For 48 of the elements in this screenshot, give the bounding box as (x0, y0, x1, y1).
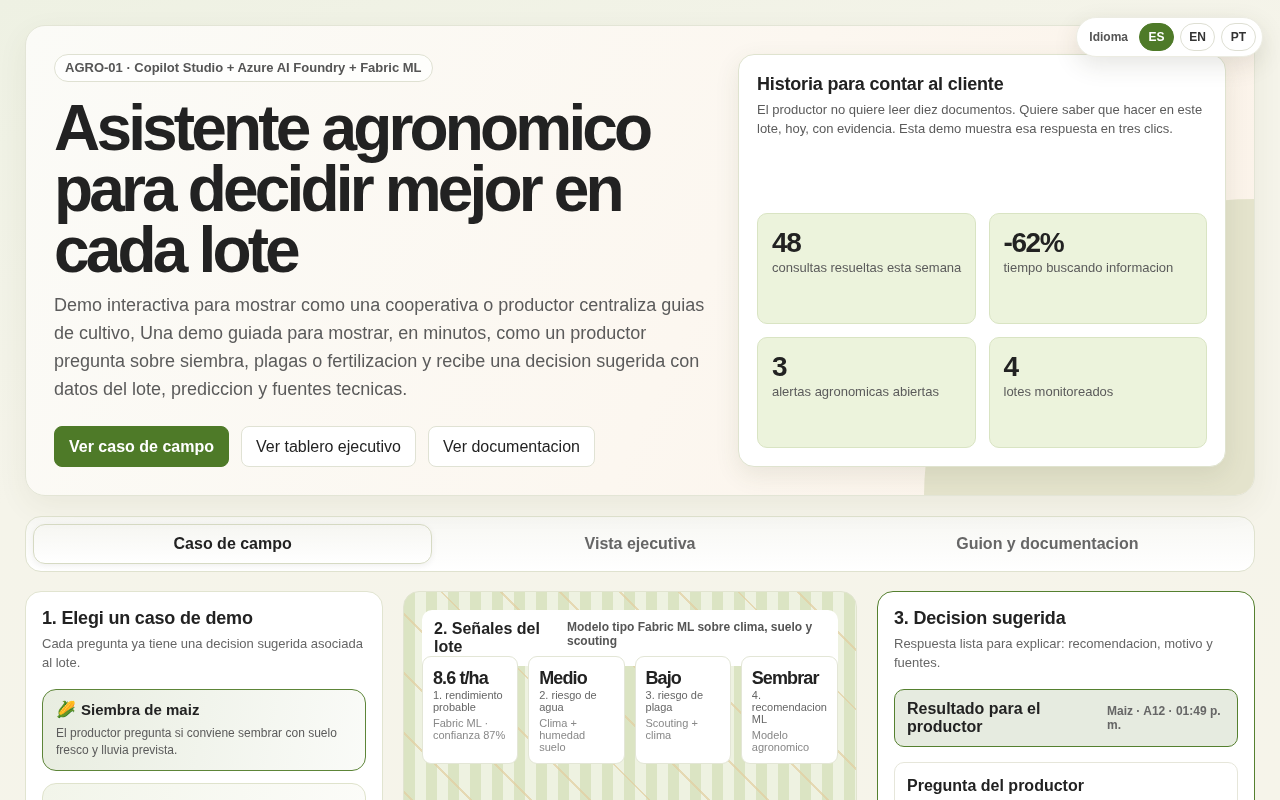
action-button[interactable]: Ver documentacion (427, 426, 595, 468)
result-title: Resultado para el productor (907, 700, 1042, 737)
case-title: Siembra de maiz (81, 700, 200, 721)
hero-title: Asistente agronomico para decidir mejor en cada lote (54, 98, 651, 281)
action-button[interactable]: Ver caso de campo (54, 426, 229, 468)
signal-label: 4. recomendacion ML (751, 689, 827, 726)
signal-source: Modelo agronomico (751, 729, 811, 754)
stat-value: 3 (772, 352, 788, 383)
stat-value: -62% (1003, 228, 1065, 259)
panel-title: 1. Elegi un caso de demo (42, 607, 254, 630)
signal-label: 1. rendimiento probable (433, 689, 504, 714)
action-button[interactable]: Ver tablero ejecutivo (240, 426, 416, 468)
language-option[interactable]: PT (1221, 23, 1256, 51)
signal-value: Medio (539, 667, 588, 690)
card-title: Historia para contar al cliente (757, 73, 1005, 95)
stat-label: alertas agronomicas abiertas (772, 383, 940, 401)
stat-value: 48 (772, 228, 802, 259)
tab[interactable]: Caso de campo (33, 524, 433, 565)
language-option[interactable]: EN (1180, 23, 1215, 51)
signal-label: 3. riesgo de plaga (645, 689, 704, 714)
language-label: Idioma (1089, 30, 1128, 44)
language-option[interactable]: ES (1139, 23, 1174, 51)
panel-description: Cada pregunta ya tiene una decision sugerida asociada al lote. (42, 635, 364, 673)
case-description: El productor pregunta si conviene sembrar con suelo fresco y lluvia prevista. (56, 725, 338, 760)
case-option[interactable]: 🌽 Siembra de maiz El productor pregunta si conviene sembrar con suelo fresco y lluvia prevista. (42, 689, 366, 772)
signal-source: Fabric ML · confianza 87% (433, 717, 507, 742)
signal-value: 8.6 t/ha (433, 667, 490, 690)
stat-label: consultas resueltas esta semana (772, 259, 963, 277)
signal-value: Bajo (645, 667, 682, 690)
corn-icon: 🌽 (56, 700, 76, 721)
panel-subtitle: Modelo tipo Fabric ML sobre clima, suelo y scouting (567, 620, 814, 649)
stat-label: tiempo buscando informacion (1003, 259, 1175, 277)
tab[interactable]: Guion y documentacion (847, 524, 1247, 565)
tab[interactable]: Vista ejecutiva (440, 524, 840, 565)
signal-source: Clima + humedad suelo (539, 717, 587, 754)
panel-title: 2. Señales del lote (434, 620, 541, 657)
project-tag: AGRO-01 · Copilot Studio + Azure AI Foundry + Fabric ML (54, 54, 433, 82)
hero-description: Demo interactiva para mostrar como una cooperativa o productor centraliza guias de cultivo, Una demo guiada para mostrar, en minutos, como un productor pregunta sobre siembra, plagas o fertilizacion y recibe una decision sugerida con datos del lote, prediccion y fuentes tecnicas. (54, 294, 706, 402)
question-title: Pregunta del productor (907, 777, 1085, 796)
card-description: El productor no quiere leer diez documentos. Quiere saber que hacer en este lote, hoy, con evidencia. Esta demo muestra esa respuesta en tres clics. (757, 101, 1204, 138)
signal-label: 2. riesgo de agua (539, 689, 598, 714)
panel-title: 3. Decision sugerida (894, 607, 1067, 630)
result-meta: Maiz · A12 · 01:49 p. m. (1107, 704, 1222, 733)
panel-description: Respuesta lista para explicar: recomendacion, motivo y fuentes. (894, 635, 1214, 673)
signal-source: Scouting + clima (645, 717, 699, 742)
stat-label: lotes monitoreados (1003, 383, 1115, 401)
stat-value: 4 (1003, 352, 1020, 383)
signal-value: Sembrar (751, 667, 821, 690)
